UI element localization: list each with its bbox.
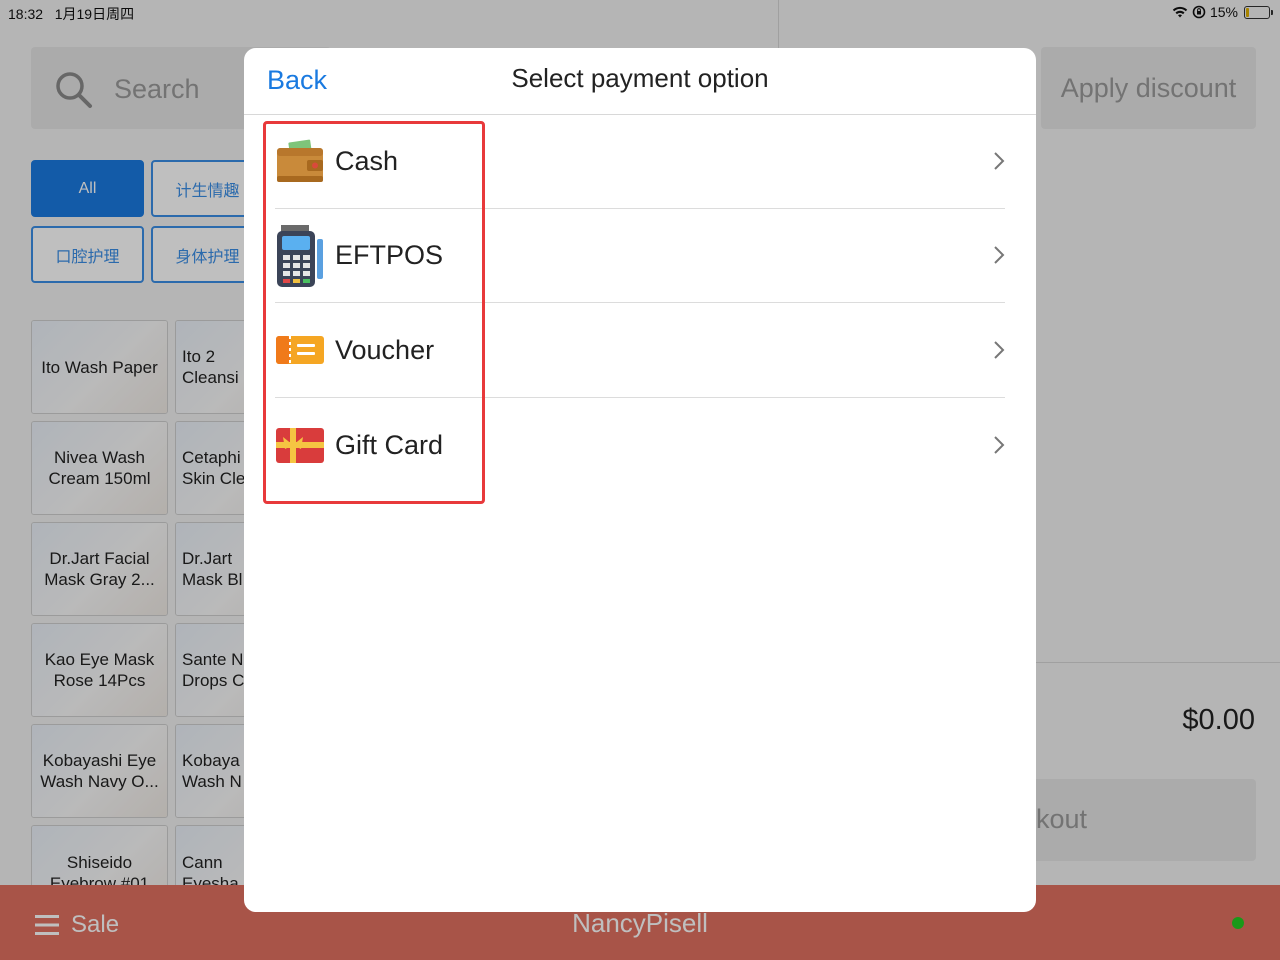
modal-header: Back Select payment option	[244, 48, 1036, 115]
modal-title: Select payment option	[511, 63, 769, 93]
highlight-box	[263, 121, 485, 504]
chevron-right-icon	[994, 152, 1005, 170]
payment-modal: Back Select payment option Cash EFTPOS V…	[244, 48, 1036, 912]
chevron-right-icon	[994, 436, 1005, 454]
chevron-right-icon	[994, 246, 1005, 264]
chevron-right-icon	[994, 341, 1005, 359]
